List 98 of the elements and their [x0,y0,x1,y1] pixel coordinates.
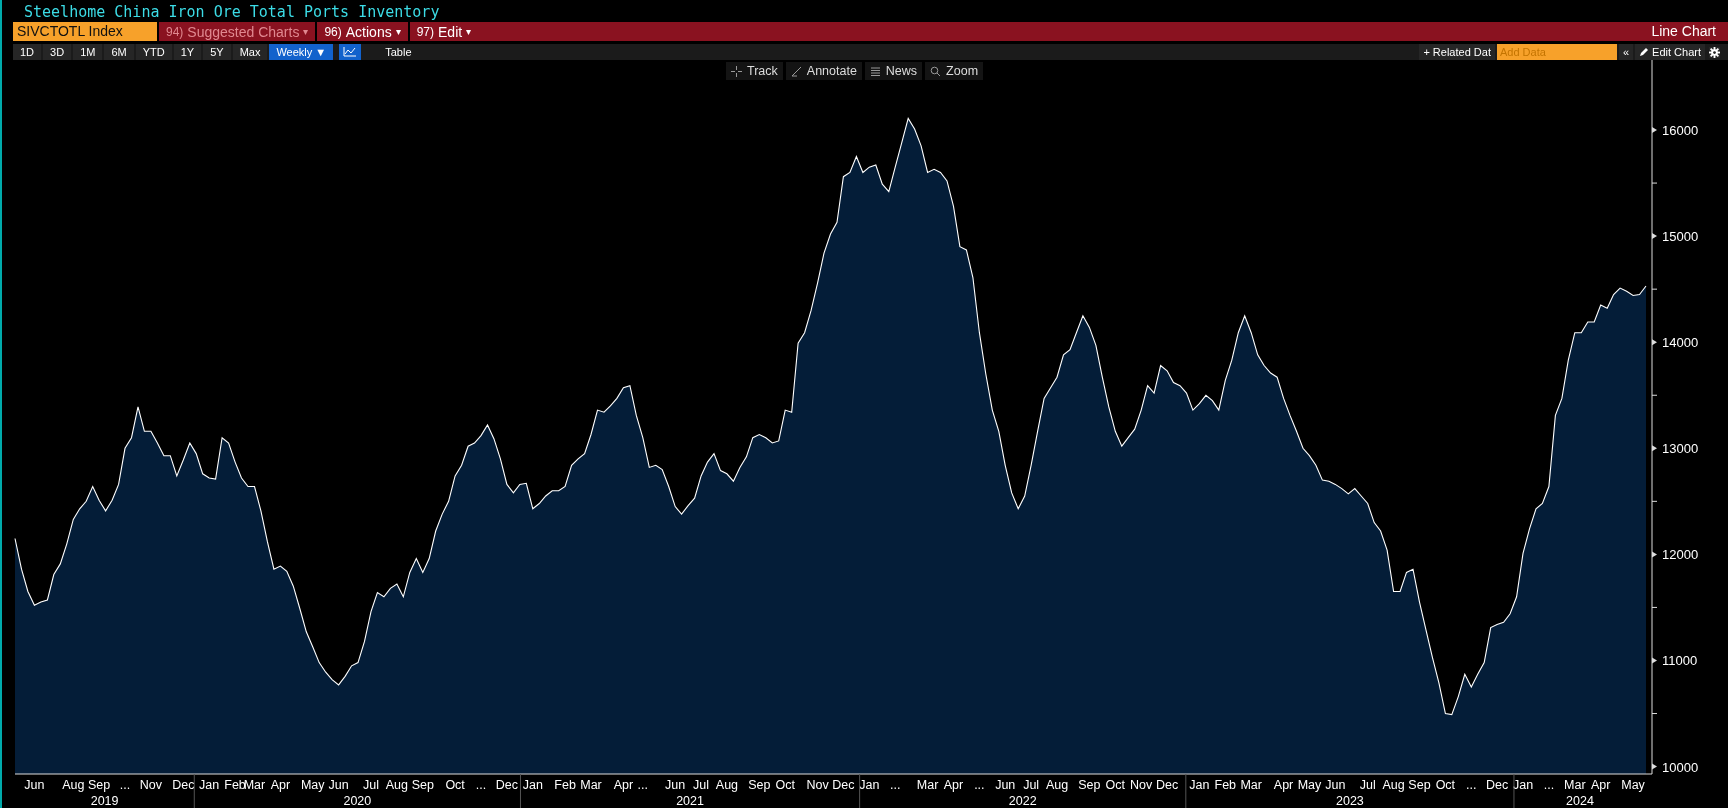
x-axis-label: ... [890,778,901,792]
x-axis-label: Jan [1189,778,1210,792]
search-icon [930,65,942,77]
x-axis-label: Jan [859,778,880,792]
x-axis-label: Apr [1590,778,1611,792]
chart-title: Steelhome China Iron Ore Total Ports Inventory [23,2,441,22]
year-label: 2022 [1008,794,1037,808]
x-axis-label: Mar [243,778,266,792]
x-axis-label: Dec [172,778,195,792]
chart-type-label: Line Chart [1651,22,1717,41]
chart-tool-button[interactable]: Annotate [785,62,862,80]
range-button[interactable]: Weekly ▼ [269,44,334,60]
x-axis-label: Nov [139,778,163,792]
x-axis-label: Sep [748,778,771,792]
x-axis-label: Feb [1214,778,1237,792]
x-axis-label: Feb [224,778,246,792]
ticker-field[interactable]: SIVCTOTL Index [13,22,157,41]
y-axis-label: 16000 [1662,123,1699,138]
year-label: 2024 [1566,794,1594,808]
line-chart-button[interactable] [339,44,362,60]
year-label: 2020 [343,794,372,808]
y-axis-label: 12000 [1662,547,1699,563]
x-axis-label: ... [119,778,131,792]
x-axis-label: Aug [62,778,85,792]
x-axis-label: Aug [385,778,408,792]
x-axis-label: Aug [1045,778,1069,792]
x-axis-label: ... [637,778,648,792]
x-axis-label: Nov [806,778,829,792]
x-axis-label: Jun [665,778,686,792]
settings-icon[interactable] [1709,46,1720,58]
x-axis-label: Dec [495,778,518,792]
year-label: 2019 [90,794,119,808]
range-button[interactable]: 5Y [203,44,231,60]
x-axis-label: ... [1543,778,1555,792]
x-axis-label: Jul [1359,778,1376,792]
x-axis-label: Apr [613,778,634,792]
x-axis-label: May [1297,778,1322,792]
x-axis-label: Sep [88,778,111,792]
related-data-button[interactable]: + Related Dat [1419,44,1495,60]
x-axis-label: Nov [1130,778,1153,792]
x-axis-label: Aug [1382,778,1405,792]
pencil-icon [1639,47,1650,57]
range-button[interactable]: 1M [73,44,103,60]
pencil-icon [790,65,802,77]
x-axis-label: Feb [554,778,576,792]
x-axis-label: Aug [715,778,739,792]
x-axis-label: ... [974,778,985,792]
x-axis-label: Dec [832,778,855,792]
x-axis-label: Jul [1023,778,1040,792]
x-axis-label: Apr [943,778,964,792]
x-axis-label: Dec [1486,778,1509,792]
x-axis-label: Oct [445,778,465,792]
crosshair-icon [731,65,742,77]
y-axis-label: 14000 [1662,335,1699,351]
y-axis-label: 10000 [1662,759,1699,775]
y-axis-label: 15000 [1662,229,1699,245]
x-axis-label: Mar [916,778,939,792]
x-axis-label: Jul [693,778,710,792]
x-axis-label: Apr [270,778,291,792]
y-axis-label: 11000 [1662,653,1698,669]
x-axis-label: Sep [411,778,434,792]
x-axis-label: Sep [1408,778,1431,792]
chart-tool-button[interactable]: Zoom [925,62,984,80]
x-axis-label: Apr [1273,778,1294,792]
x-axis-label: Oct [775,778,795,792]
range-button[interactable]: 1D [13,44,42,60]
range-button[interactable]: YTD [135,44,172,60]
x-axis-label: Dec [1155,778,1179,792]
x-axis-label: Mar [1240,778,1262,792]
x-axis-label: Jun [328,778,349,792]
x-axis-label: Mar [580,778,602,792]
range-button[interactable]: 6M [104,44,134,60]
y-axis-label: 13000 [1662,441,1699,457]
x-axis-label: ... [1466,778,1477,792]
x-axis-label: Oct [1435,778,1456,792]
year-label: 2023 [1336,794,1364,808]
chart-tool-button[interactable]: News [864,62,923,80]
x-axis-label: Jan [522,778,543,792]
chart-tool-button[interactable]: Track [726,62,783,80]
year-label: 2021 [676,794,704,808]
range-button[interactable]: 1Y [173,44,202,60]
x-axis-label: Jun [24,778,45,792]
collapse-button[interactable]: « [1618,44,1634,60]
x-axis-label: Mar [1564,778,1586,792]
x-axis-label: Jun [1325,778,1346,792]
range-button[interactable]: 3D [43,44,72,60]
x-axis-label: Jan [1512,778,1534,792]
x-axis-label: May [1621,778,1645,792]
x-axis-label: Jan [199,778,220,792]
x-axis-label: May [300,778,325,792]
x-axis-label: Oct [1105,778,1125,792]
x-axis-label: Sep [1078,778,1101,792]
x-axis-label: Jul [363,778,379,792]
range-button[interactable]: Max [232,44,268,60]
edit-chart-button[interactable]: Edit Chart [1635,44,1705,60]
x-axis-label: Jun [995,778,1016,792]
list-icon [869,65,881,77]
x-axis-label: ... [475,778,487,792]
